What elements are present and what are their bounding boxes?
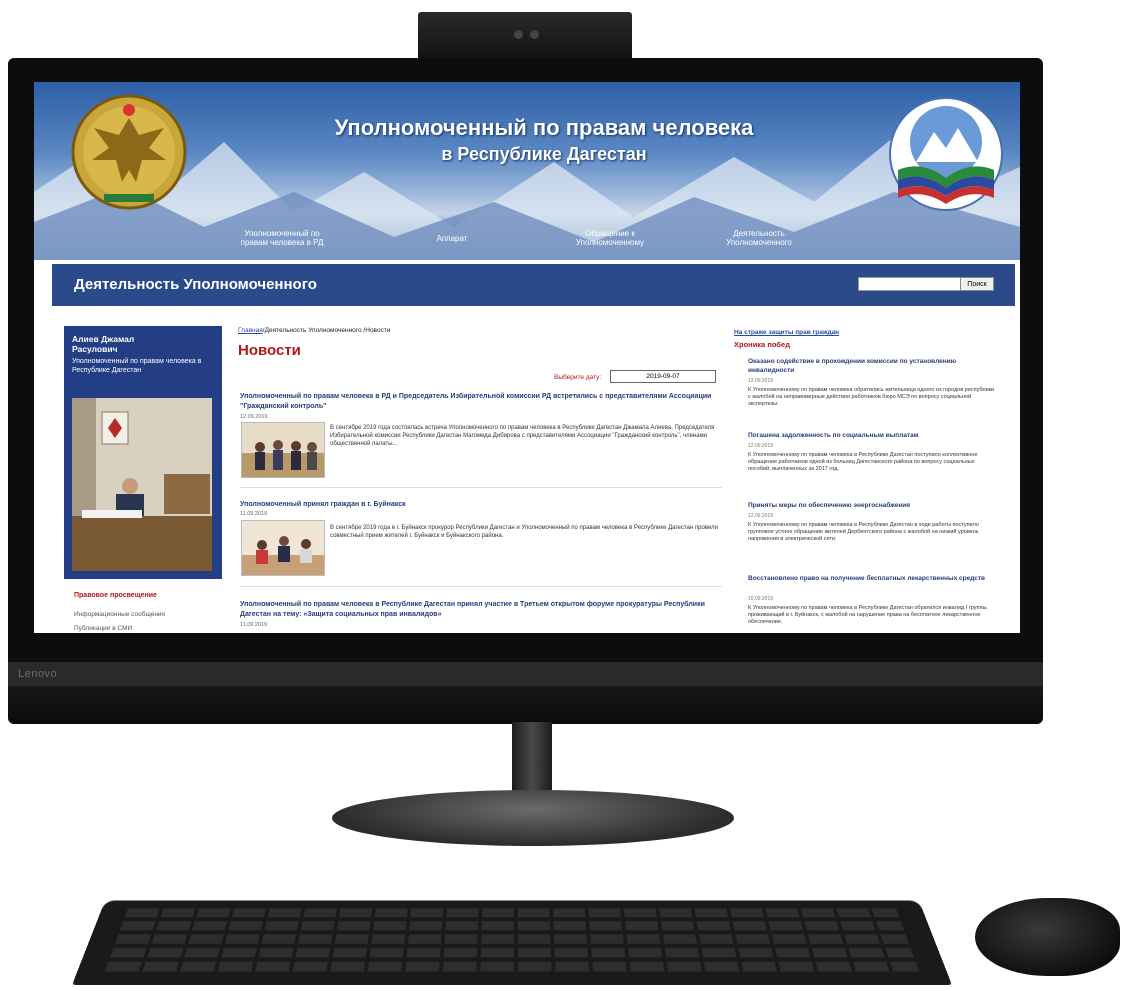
left-menu-item[interactable]: Публикации в СМИ xyxy=(74,625,132,632)
news-title[interactable]: Уполномоченный принял граждан в г. Буйна… xyxy=(240,500,720,510)
left-menu-title[interactable]: Правовое просвещение xyxy=(74,592,157,599)
chronicle-item-title[interactable]: Погашена задолженность по социальным вып… xyxy=(748,431,988,440)
news-text: В сентябре 2019 года состоялась встреча … xyxy=(330,425,715,447)
news-separator xyxy=(240,586,722,587)
breadcrumb-home-link[interactable]: Главная xyxy=(238,327,263,334)
news-separator xyxy=(240,487,722,488)
chronicle-item-date: 12.09.2019 xyxy=(748,443,774,449)
nav-item-appeal[interactable]: Обращение к Уполномоченному xyxy=(566,229,654,247)
date-filter-label: Выберите дату: xyxy=(554,374,602,381)
profile-role: Уполномоченный по правам человека в Респ… xyxy=(72,358,202,374)
ombudsman-logo-icon xyxy=(889,97,1003,211)
chronicle-item-text: К Уполномоченному по правам человека обр… xyxy=(748,387,995,407)
news-text: В сентябре 2019 года в г. Буйнакск проку… xyxy=(330,525,718,539)
site-header: Уполномоченный по правам человека в Респ… xyxy=(34,82,1020,260)
nav-item-activity[interactable]: Деятельность Уполномоченного xyxy=(720,229,798,247)
chronicle-item-date: 10.09.2019 xyxy=(748,596,774,602)
brand-logo: Lenovo xyxy=(18,668,58,680)
keyboard-key-row xyxy=(124,908,900,918)
breadcrumb-section[interactable]: Деятельность Уполномоченного xyxy=(265,327,362,334)
keyboard-key-row xyxy=(104,961,920,972)
profile-name[interactable]: Алиев Джамал Расулович xyxy=(72,334,182,354)
right-column-heading: Хроника побед xyxy=(734,340,790,349)
page-title: Новости xyxy=(238,342,301,359)
chronicle-item-text: К Уполномоченному по правам человека в Р… xyxy=(748,522,979,542)
search-input[interactable] xyxy=(858,277,962,291)
breadcrumb: Главная/Деятельность Уполномоченного /Но… xyxy=(238,327,391,334)
chronicle-item-text: К Уполномоченному по правам человека в Р… xyxy=(748,605,988,625)
left-menu-item[interactable]: Информационные сообщения xyxy=(74,611,165,618)
chronicle-item-text: К Уполномоченному по правам человека в Р… xyxy=(748,452,978,472)
keyboard-key-row xyxy=(120,921,904,931)
section-title: Деятельность Уполномоченного xyxy=(74,276,317,293)
news-thumbnail[interactable] xyxy=(241,422,325,478)
chronicle-item-date: 13.09.2019 xyxy=(748,378,774,384)
keyboard xyxy=(72,900,952,985)
nav-item-apparatus[interactable]: Аппарат xyxy=(422,234,482,243)
date-filter-input[interactable]: 2019-09-07 xyxy=(610,370,716,383)
right-column-link[interactable]: На страже защиты прав граждан xyxy=(734,329,839,336)
chronicle-item-title[interactable]: Восстановлено право на получение бесплат… xyxy=(748,574,988,583)
webcam xyxy=(418,12,632,60)
chronicle-item-date: 12.09.2019 xyxy=(748,513,774,519)
monitor-chin-strip xyxy=(8,662,1043,686)
mouse xyxy=(975,898,1120,976)
news-title[interactable]: Уполномоченный по правам человека в РД и… xyxy=(240,392,720,412)
search-button[interactable]: Поиск xyxy=(960,277,994,291)
keyboard-key-row xyxy=(115,934,909,944)
webcam-lens xyxy=(514,30,523,39)
news-date: 11.09.2019 xyxy=(240,511,268,517)
screen: Уполномоченный по правам человека в Респ… xyxy=(34,82,1020,633)
news-date: 12.09.2019 xyxy=(240,414,268,420)
keyboard-key-row xyxy=(110,947,914,958)
top-navigation: Уполномоченный по правам человека в РД А… xyxy=(34,225,1020,257)
section-header-bar: Деятельность Уполномоченного Поиск xyxy=(52,264,1015,306)
news-date: 11.09.2019 xyxy=(240,622,268,628)
chronicle-item-title[interactable]: Приняты меры по обеспечению энергоснабже… xyxy=(748,501,988,510)
site-title: Уполномоченный по правам человека xyxy=(334,115,754,140)
monitor-stand-base xyxy=(332,790,734,846)
news-title[interactable]: Уполномоченный по правам человека в Респ… xyxy=(240,600,720,620)
site-subtitle: в Республике Дагестан xyxy=(441,144,647,164)
dagestan-emblem-icon xyxy=(71,94,187,210)
ombudsman-profile-card: Алиев Джамал Расулович Уполномоченный по… xyxy=(64,326,222,579)
news-thumbnail[interactable] xyxy=(241,520,325,576)
ombudsman-office-photo xyxy=(72,398,212,571)
webcam-lens xyxy=(530,30,539,39)
breadcrumb-current: Новости xyxy=(365,327,391,334)
nav-item-ombudsman[interactable]: Уполномоченный по правам человека в РД xyxy=(230,229,334,247)
chronicle-item-title[interactable]: Оказано содействие в прохождении комисси… xyxy=(748,357,988,375)
